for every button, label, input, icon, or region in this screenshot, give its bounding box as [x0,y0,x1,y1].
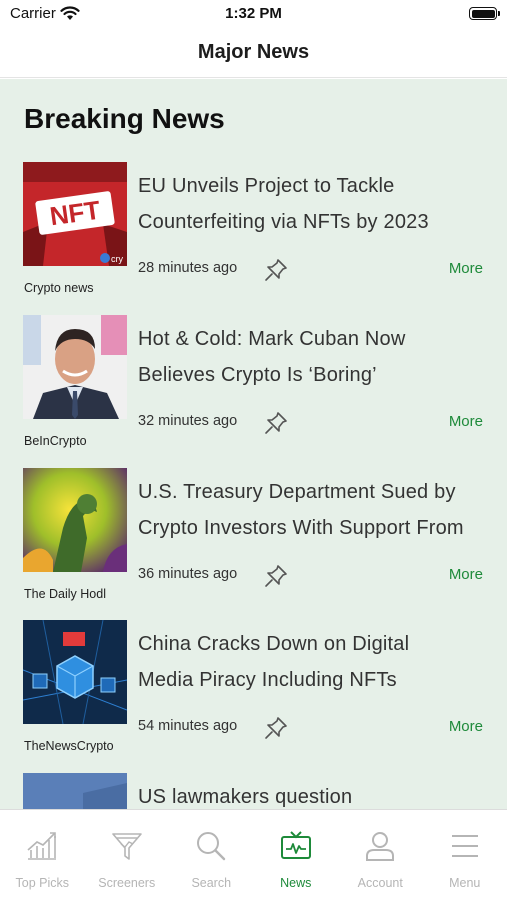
navigation-bar: Major News [0,28,507,78]
headline-line: Media Piracy Including NFTs [138,669,397,691]
tab-label: Top Picks [15,876,70,890]
news-item[interactable]: US lawmakers question [0,773,507,809]
pin-icon[interactable] [263,257,289,283]
news-item[interactable]: China Cracks Down on Digital Media Pirac… [0,620,507,770]
news-thumbnail[interactable] [23,773,127,809]
pin-icon[interactable] [263,563,289,589]
news-item[interactable]: NFT cry EU Unveils Project to Tackle Cou… [0,162,507,312]
news-item[interactable]: U.S. Treasury Department Sued by Crypto … [0,468,507,618]
headline-line: Crypto Investors With Support From [138,517,464,539]
tab-label: Screeners [98,876,156,890]
chart-icon [27,832,57,860]
tab-label: Search [191,876,232,890]
news-thumbnail[interactable] [23,620,127,724]
news-source: BeInCrypto [24,434,87,448]
news-thumbnail[interactable] [23,468,127,572]
news-headline[interactable]: U.S. Treasury Department Sued by Crypto … [138,474,483,546]
search-icon [197,832,226,861]
headline-line: US lawmakers question [138,786,353,808]
tab-label: Menu [449,876,481,890]
pin-icon[interactable] [263,715,289,741]
news-thumbnail[interactable] [23,315,127,419]
pin-icon[interactable] [263,410,289,436]
svg-text:cry: cry [111,254,123,264]
page-title: Major News [197,41,310,63]
news-time: 28 minutes ago [138,260,238,276]
news-headline[interactable]: US lawmakers question [138,779,483,809]
tab-label: Account [357,876,403,890]
more-link[interactable]: More [449,260,483,277]
news-source: TheNewsCrypto [24,739,114,753]
news-headline[interactable]: China Cracks Down on Digital Media Pirac… [138,626,483,698]
news-source: The Daily Hodl [24,587,106,601]
news-headline[interactable]: Hot & Cold: Mark Cuban Now Believes Cryp… [138,321,483,393]
more-link[interactable]: More [449,718,483,735]
tv-icon [280,831,311,859]
tab-news[interactable]: News [254,810,339,900]
clock: 1:32 PM [225,5,282,22]
news-time: 32 minutes ago [138,413,238,429]
tab-screeners[interactable]: Screeners [85,810,170,900]
headline-line: Counterfeiting via NFTs by 2023 [138,211,429,233]
news-time: 36 minutes ago [138,566,238,582]
news-thumbnail[interactable]: NFT cry [23,162,127,266]
more-link[interactable]: More [449,413,483,430]
tab-label: News [280,876,312,890]
headline-line: Hot & Cold: Mark Cuban Now [138,328,406,350]
headline-line: U.S. Treasury Department Sued by [138,481,456,503]
menu-icon [451,835,478,857]
news-item[interactable]: Hot & Cold: Mark Cuban Now Believes Cryp… [0,315,507,465]
user-icon [366,832,395,861]
news-headline[interactable]: EU Unveils Project to Tackle Counterfeit… [138,168,483,240]
tab-top-picks[interactable]: Top Picks [0,810,85,900]
more-link[interactable]: More [449,566,483,583]
news-feed[interactable]: Breaking News NFT cry EU Unveils Project… [0,79,507,809]
funnel-icon [111,833,142,860]
news-time: 54 minutes ago [138,718,238,734]
tab-menu[interactable]: Menu [423,810,507,900]
tab-search[interactable]: Search [169,810,254,900]
status-bar: Carrier 1:32 PM [0,0,507,28]
tab-account[interactable]: Account [338,810,423,900]
tab-bar: Top Picks Screeners Search News Account [0,809,507,900]
headline-line: China Cracks Down on Digital [138,633,410,655]
battery-icon [469,7,500,20]
headline-line: EU Unveils Project to Tackle [138,175,395,197]
headline-line: Believes Crypto Is ‘Boring’ [138,364,377,386]
section-title: Breaking News [24,103,225,134]
news-source: Crypto news [24,281,94,295]
